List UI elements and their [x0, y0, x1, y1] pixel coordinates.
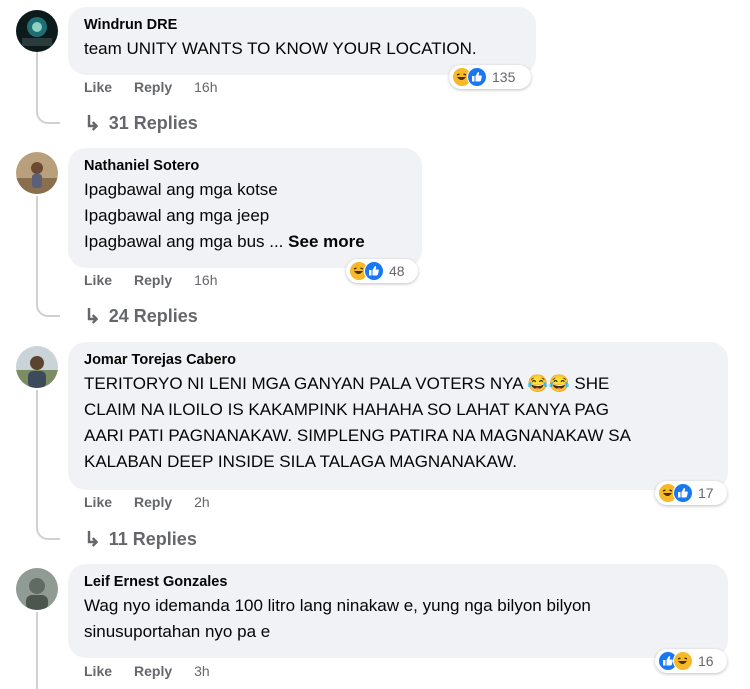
comment-timestamp[interactable]: 2h [194, 494, 210, 510]
comment-text-line: Ipagbawal ang mga bus ... [84, 232, 284, 251]
like-button[interactable]: Like [84, 663, 112, 679]
comment-text: Ipagbawal ang mga bus ... See more [84, 229, 406, 255]
avatar[interactable] [16, 346, 58, 388]
reaction-summary[interactable]: 16 [655, 649, 727, 673]
reply-button[interactable]: Reply [134, 663, 172, 679]
comment-text: CLAIM NA ILOILO IS KAKAMPINK HAHAHA SO L… [84, 400, 609, 419]
reaction-count: 16 [698, 653, 714, 669]
view-replies-button[interactable]: ↳ 24 Replies [84, 304, 198, 329]
reaction-summary[interactable]: 48 [346, 259, 418, 283]
reply-button[interactable]: Reply [134, 272, 172, 288]
view-replies-button[interactable]: ↳ 31 Replies [84, 111, 198, 136]
comment-text: Wag nyo idemanda 100 litro lang ninakaw … [84, 596, 591, 615]
comment-actions: Like Reply 3h [84, 663, 210, 679]
comment-actions: Like Reply 16h [84, 272, 218, 288]
like-button[interactable]: Like [84, 494, 112, 510]
reply-arrow-icon: ↳ [84, 306, 101, 328]
replies-count-label: 24 Replies [108, 306, 198, 326]
comment-author[interactable]: Windrun DRE [84, 16, 520, 34]
thread-line [36, 196, 38, 305]
reply-button[interactable]: Reply [134, 79, 172, 95]
reaction-count: 48 [389, 263, 405, 279]
like-button[interactable]: Like [84, 272, 112, 288]
see-more-link[interactable]: See more [288, 232, 365, 251]
comment-timestamp[interactable]: 3h [194, 663, 210, 679]
thread-line [36, 612, 38, 689]
avatar[interactable] [16, 568, 58, 610]
comment-author[interactable]: Leif Ernest Gonzales [84, 573, 712, 591]
replies-count-label: 31 Replies [108, 113, 198, 133]
reply-arrow-icon: ↳ [84, 529, 101, 551]
comment-bubble: Nathaniel Sotero Ipagbawal ang mga kotse… [68, 148, 422, 268]
comment-timestamp[interactable]: 16h [194, 272, 217, 288]
comment: Windrun DRE team UNITY WANTS TO KNOW YOU… [0, 0, 750, 140]
comment-bubble: Leif Ernest Gonzales Wag nyo idemanda 10… [68, 564, 728, 658]
comment-thread: Windrun DRE team UNITY WANTS TO KNOW YOU… [0, 0, 750, 689]
comment-actions: Like Reply 16h [84, 79, 218, 95]
reaction-count: 135 [492, 69, 516, 85]
comment-bubble: Jomar Torejas Cabero TERITORYO NI LENI M… [68, 342, 728, 490]
avatar[interactable] [16, 10, 58, 52]
replies-count-label: 11 Replies [108, 529, 197, 549]
comment-text: Ipagbawal ang mga kotse [84, 180, 278, 199]
comment-author[interactable]: Jomar Torejas Cabero [84, 351, 712, 369]
like-reaction-icon [673, 483, 693, 503]
avatar[interactable] [16, 152, 58, 194]
comment-text: team UNITY WANTS TO KNOW YOUR LOCATION. [84, 39, 477, 58]
comment-actions: Like Reply 2h [84, 494, 210, 510]
comment-text: AARI PATI PAGNANAKAW. SIMPLENG PATIRA NA… [84, 426, 631, 445]
like-button[interactable]: Like [84, 79, 112, 95]
view-replies-button[interactable]: ↳ 11 Replies [84, 527, 197, 552]
reply-arrow-icon: ↳ [84, 113, 101, 135]
reaction-count: 17 [698, 485, 714, 501]
reply-button[interactable]: Reply [134, 494, 172, 510]
reaction-summary[interactable]: 17 [655, 481, 727, 505]
comment-text: sinusuportahan nyo pa e [84, 622, 271, 641]
thread-line [36, 390, 38, 527]
comment-author[interactable]: Nathaniel Sotero [84, 157, 406, 175]
comment-text: KALABAN DEEP INSIDE SILA TALAGA MAGNANAK… [84, 452, 518, 471]
haha-reaction-icon [673, 651, 693, 671]
comment-timestamp[interactable]: 16h [194, 79, 217, 95]
like-reaction-icon [467, 67, 487, 87]
comment-text: Ipagbawal ang mga jeep [84, 206, 270, 225]
like-reaction-icon [364, 261, 384, 281]
reaction-summary[interactable]: 135 [449, 65, 531, 89]
comment-text: TERITORYO NI LENI MGA GANYAN PALA VOTERS… [84, 374, 610, 393]
thread-hook [36, 520, 60, 540]
thread-hook [36, 297, 60, 317]
